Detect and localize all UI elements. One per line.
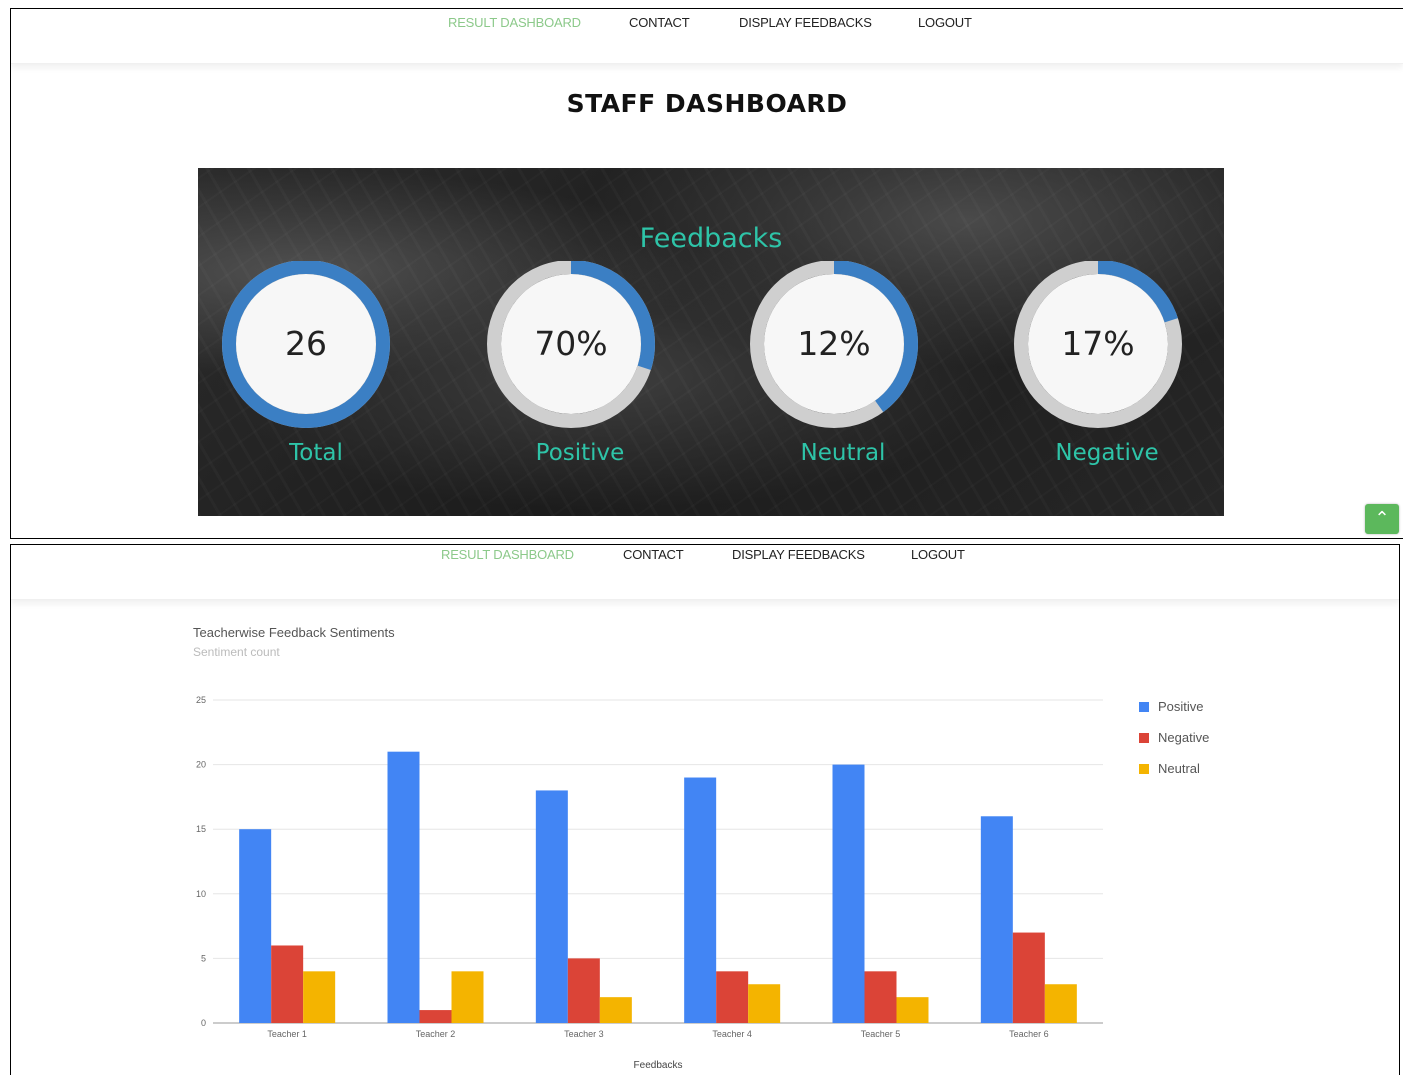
- top-nav: RESULT DASHBOARD CONTACT DISPLAY FEEDBAC…: [11, 9, 1403, 64]
- x-tick-label: Teacher 5: [861, 1029, 901, 1039]
- feedbacks-panel: Feedbacks 26 Total 70% Positive 12% Neut…: [198, 168, 1224, 516]
- bar-positive: [387, 751, 420, 1023]
- bar-negative: [1012, 932, 1045, 1023]
- bar-neutral: [748, 984, 781, 1023]
- x-tick-label: Teacher 6: [1009, 1029, 1049, 1039]
- x-tick-label: Teacher 1: [267, 1029, 307, 1039]
- gauge-value: 12%: [797, 324, 871, 363]
- gauge-total: 26: [212, 261, 400, 429]
- scroll-to-top-button[interactable]: ⌃: [1365, 504, 1399, 534]
- bar-positive: [832, 764, 865, 1023]
- bar-negative: [567, 958, 600, 1023]
- x-tick-label: Teacher 3: [564, 1029, 604, 1039]
- y-tick-label: 0: [201, 1018, 206, 1028]
- legend-label: Negative: [1158, 730, 1210, 745]
- bar-neutral: [1044, 984, 1077, 1023]
- legend-label: Positive: [1158, 699, 1204, 714]
- gauge-value: 26: [285, 324, 327, 363]
- page-title: STAFF DASHBOARD: [566, 89, 848, 118]
- bar-positive: [684, 777, 717, 1023]
- bar-negative: [271, 945, 304, 1023]
- y-tick-label: 25: [196, 695, 206, 705]
- legend-swatch: [1139, 764, 1149, 774]
- legend-label: Neutral: [1158, 761, 1200, 776]
- y-tick-label: 15: [196, 824, 206, 834]
- bar-chart: 0 5 10 15 20 25 Teacher 1 Teacher 2 Teacher 3 Tea…: [196, 695, 1103, 1071]
- y-tick-label: 20: [196, 760, 206, 770]
- x-tick-label: Teacher 2: [416, 1029, 456, 1039]
- gauge-value: 17%: [1061, 324, 1135, 363]
- bar-neutral: [451, 971, 484, 1023]
- gauge-positive: 70%: [477, 261, 665, 429]
- nav-display-feedbacks[interactable]: DISPLAY FEEDBACKS: [739, 15, 872, 30]
- nav-contact[interactable]: CONTACT: [629, 15, 690, 30]
- legend-swatch: [1139, 702, 1149, 712]
- gauge-label-negative: Negative: [1055, 440, 1159, 466]
- gauge-neutral: 12%: [740, 261, 928, 429]
- gauge-label-positive: Positive: [535, 440, 625, 466]
- nav-result-dashboard[interactable]: RESULT DASHBOARD: [448, 15, 581, 30]
- dashboard-screenshot: RESULT DASHBOARD CONTACT DISPLAY FEEDBAC…: [10, 8, 1403, 539]
- gauge-negative: 17%: [1004, 261, 1192, 429]
- gauge-label-neutral: Neutral: [800, 440, 886, 466]
- x-tick-label: Teacher 4: [712, 1029, 752, 1039]
- bar-negative: [419, 1010, 452, 1023]
- chevron-up-icon: ⌃: [1374, 508, 1390, 529]
- bar-neutral: [896, 997, 929, 1023]
- bar-neutral: [303, 971, 336, 1023]
- bar-positive: [980, 816, 1013, 1023]
- legend-swatch: [1139, 733, 1149, 743]
- bar-negative: [716, 971, 749, 1023]
- y-tick-label: 10: [196, 889, 206, 899]
- gauge-value: 70%: [534, 324, 608, 363]
- nav-logout[interactable]: LOGOUT: [918, 15, 972, 30]
- bar-positive: [535, 790, 568, 1023]
- chart-screenshot: RESULT DASHBOARD CONTACT DISPLAY FEEDBAC…: [10, 544, 1400, 1075]
- bar-positive: [239, 829, 272, 1023]
- x-axis-label: Feedbacks: [634, 1060, 683, 1071]
- bar-negative: [864, 971, 897, 1023]
- y-tick-label: 5: [201, 953, 206, 963]
- bar-neutral: [599, 997, 632, 1023]
- feedbacks-heading: Feedbacks: [639, 223, 783, 254]
- gauge-label-total: Total: [289, 440, 343, 466]
